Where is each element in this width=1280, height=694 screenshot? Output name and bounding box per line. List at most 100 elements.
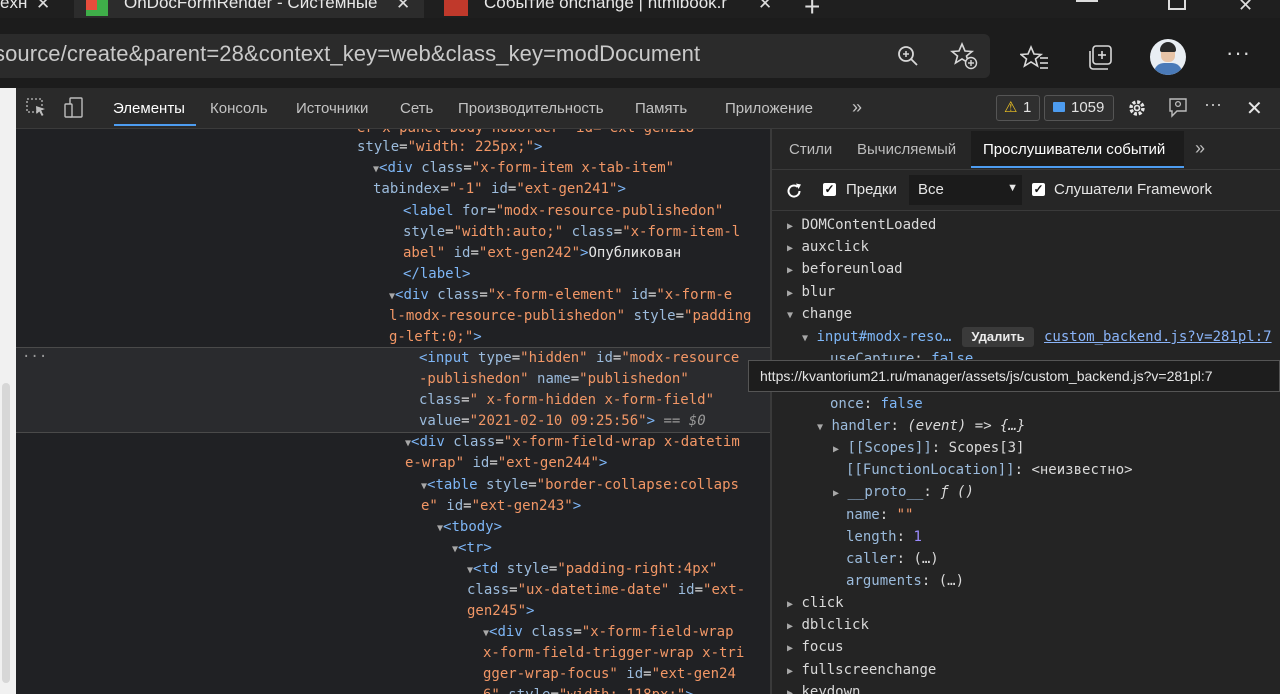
framework-listeners-checkbox[interactable]: ✓	[1032, 183, 1045, 196]
dom-line[interactable]: ▼<tr>	[452, 537, 492, 559]
dom-line[interactable]: l-modx-resource-publishedon" style="padd…	[389, 305, 751, 327]
minimize-icon[interactable]	[1076, 0, 1098, 2]
dom-line[interactable]: 6" style="width: 118px;">	[483, 684, 694, 694]
browser-tab-htmlbook[interactable]: Событие onchange | htmlbook.r ✕	[432, 0, 782, 18]
sidebar-active-tab-indicator	[971, 166, 1184, 168]
event-item[interactable]: ▶ beforeunload	[787, 258, 903, 280]
dom-line[interactable]: ▼<td style="padding-right:4px"	[467, 558, 718, 580]
listener-prop[interactable]: ▶ [[Scopes]]: Scopes[3]	[833, 437, 1024, 459]
more-icon[interactable]: ···	[1226, 40, 1251, 66]
favorites-icon[interactable]	[1020, 44, 1050, 72]
more-tabs-chevron-icon[interactable]: »	[1195, 138, 1205, 159]
dom-line[interactable]: ▼<div class="x-form-field-wrap	[483, 621, 734, 643]
dom-line[interactable]: ▼<div class="x-form-field-wrap x-datetim	[405, 431, 740, 453]
inspect-element-icon[interactable]	[26, 98, 48, 118]
close-icon[interactable]: ✕	[396, 0, 410, 12]
dom-line[interactable]: ▼<div class="x-form-item x-tab-item"	[373, 157, 674, 179]
window-close-icon[interactable]: ✕	[1238, 0, 1253, 16]
tab-event-listeners[interactable]: Прослушиватели событий	[983, 141, 1165, 158]
dom-line[interactable]: gen245">	[467, 600, 534, 622]
event-item[interactable]: ▶ dblclick	[787, 614, 869, 636]
listener-prop[interactable]: [[FunctionLocation]]: <неизвестно>	[846, 459, 1133, 481]
maximize-icon[interactable]	[1168, 0, 1186, 10]
page-scrollbar[interactable]	[2, 383, 10, 683]
event-item[interactable]: ▶ blur	[787, 281, 835, 303]
dom-line-selected[interactable]: value="2021-02-10 09:25:56"> == $0	[419, 410, 706, 432]
source-link[interactable]: custom_backend.js?v=281pl:7	[1044, 326, 1272, 348]
tab-performance[interactable]: Производительность	[458, 100, 604, 117]
remove-listener-button[interactable]: Удалить	[962, 327, 1034, 347]
dom-line[interactable]: style="width:auto;" class="x-form-item-l	[403, 221, 740, 243]
event-item[interactable]: ▶ auxclick	[787, 236, 869, 258]
zoom-icon[interactable]	[896, 44, 920, 68]
warnings-badge[interactable]: ⚠ 1	[996, 95, 1040, 121]
listener-prop[interactable]: ▼ handler: (event) => {…}	[817, 415, 1025, 437]
dom-line[interactable]: g-left:0;">	[389, 326, 482, 348]
active-tab-indicator	[114, 124, 196, 126]
tab-styles[interactable]: Стили	[789, 141, 832, 158]
dom-line[interactable]: x-form-field-trigger-wrap x-tri	[483, 642, 744, 664]
listener-prop[interactable]: ▶ __proto__: ƒ ()	[833, 481, 974, 503]
close-icon[interactable]: ✕	[758, 0, 772, 12]
tab-sources[interactable]: Источники	[296, 100, 368, 117]
dom-line[interactable]: </label>	[403, 263, 470, 285]
dom-line[interactable]: class="ux-datetime-date" id="ext-	[467, 579, 745, 601]
event-item[interactable]: ▶ keydown	[787, 681, 860, 694]
event-item-expanded[interactable]: ▼ change	[787, 303, 852, 325]
dom-line-selected[interactable]: -publishedon" name="publishedon"	[419, 368, 689, 390]
dom-line[interactable]: <label for="modx-resource-publishedon"	[403, 200, 723, 222]
browser-tab-ondocformrender[interactable]: OnDocFormRender - Системные ✕	[74, 0, 424, 18]
more-options-icon[interactable]: ⋯	[1204, 95, 1222, 116]
dom-line[interactable]: e" id="ext-gen243">	[421, 495, 581, 517]
settings-gear-icon[interactable]	[1127, 98, 1147, 118]
listener-prop[interactable]: length: 1	[846, 526, 922, 548]
dom-line[interactable]: ▼<tbody>	[437, 516, 502, 538]
dom-line[interactable]: style="width: 225px;">	[357, 136, 542, 158]
listener-prop[interactable]: name: ""	[846, 504, 913, 526]
listener-entry[interactable]: ▼ input#modx-reso…	[802, 326, 951, 348]
tab-memory[interactable]: Память	[635, 100, 687, 117]
tab-application[interactable]: Приложение	[725, 100, 813, 117]
event-item[interactable]: ▶ click	[787, 592, 844, 614]
event-listeners-sidebar: Стили Вычисляемый Прослушиватели событий…	[772, 129, 1280, 694]
ancestors-checkbox[interactable]: ✓	[823, 183, 836, 196]
more-tabs-chevron-icon[interactable]: »	[852, 97, 862, 118]
device-toolbar-icon[interactable]	[64, 97, 84, 119]
elements-tree: ··· er x-panel-body-noborder" id="ext-ge…	[16, 129, 770, 694]
node-actions-ellipsis-icon[interactable]: ···	[22, 349, 47, 365]
address-bar[interactable]: source/create&parent=28&context_key=web&…	[0, 34, 990, 78]
listener-prop[interactable]: caller: (…)	[846, 548, 939, 570]
tab-network[interactable]: Сеть	[400, 100, 433, 117]
dom-line[interactable]: ▼<table style="border-collapse:collaps	[421, 474, 739, 496]
browser-tab-partial[interactable]: exн ✕	[0, 0, 60, 18]
dom-line[interactable]: tabindex="-1" id="ext-gen241">	[373, 178, 626, 200]
collections-icon[interactable]	[1086, 43, 1116, 73]
event-item[interactable]: ▶ focus	[787, 636, 844, 658]
dom-line-selected[interactable]: class=" x-form-hidden x-form-field"	[419, 389, 714, 411]
messages-badge[interactable]: 1059	[1044, 95, 1114, 121]
warnings-count: 1	[1023, 99, 1032, 116]
url-text[interactable]: source/create&parent=28&context_key=web&…	[0, 41, 700, 67]
dom-line-selected[interactable]: <input type="hidden" id="modx-resource	[419, 347, 739, 369]
close-devtools-icon[interactable]: ✕	[1246, 96, 1263, 121]
close-icon[interactable]: ✕	[36, 0, 50, 12]
tab-elements[interactable]: Элементы	[113, 100, 185, 117]
dom-line[interactable]: abel" id="ext-gen242">Опубликован	[403, 242, 681, 264]
feedback-icon[interactable]	[1166, 96, 1190, 120]
new-tab-plus-icon[interactable]: +	[804, 0, 820, 18]
event-item[interactable]: ▶ DOMContentLoaded	[787, 214, 936, 236]
dom-line[interactable]: e-wrap" id="ext-gen244">	[405, 452, 607, 474]
dom-line[interactable]: ▼<div class="x-form-element" id="x-form-…	[389, 284, 732, 306]
listener-type-select[interactable]: Все ▼	[909, 175, 1022, 205]
listener-prop[interactable]: once: false	[830, 393, 923, 415]
refresh-icon[interactable]	[785, 182, 803, 200]
event-listener-filters: ✓ Предки Все ▼ ✓ Слушатели Framework	[772, 170, 1280, 211]
listener-prop[interactable]: arguments: (…)	[846, 570, 964, 592]
tab-console[interactable]: Консоль	[210, 100, 268, 117]
sidebar-tabs: Стили Вычисляемый Прослушиватели событий…	[772, 129, 1280, 170]
dom-line[interactable]: gger-wrap-focus" id="ext-gen24	[483, 663, 736, 685]
favorite-add-icon[interactable]	[950, 42, 978, 70]
tab-computed[interactable]: Вычисляемый	[857, 141, 956, 158]
event-item[interactable]: ▶ fullscreenchange	[787, 659, 936, 681]
profile-avatar[interactable]	[1150, 39, 1186, 75]
